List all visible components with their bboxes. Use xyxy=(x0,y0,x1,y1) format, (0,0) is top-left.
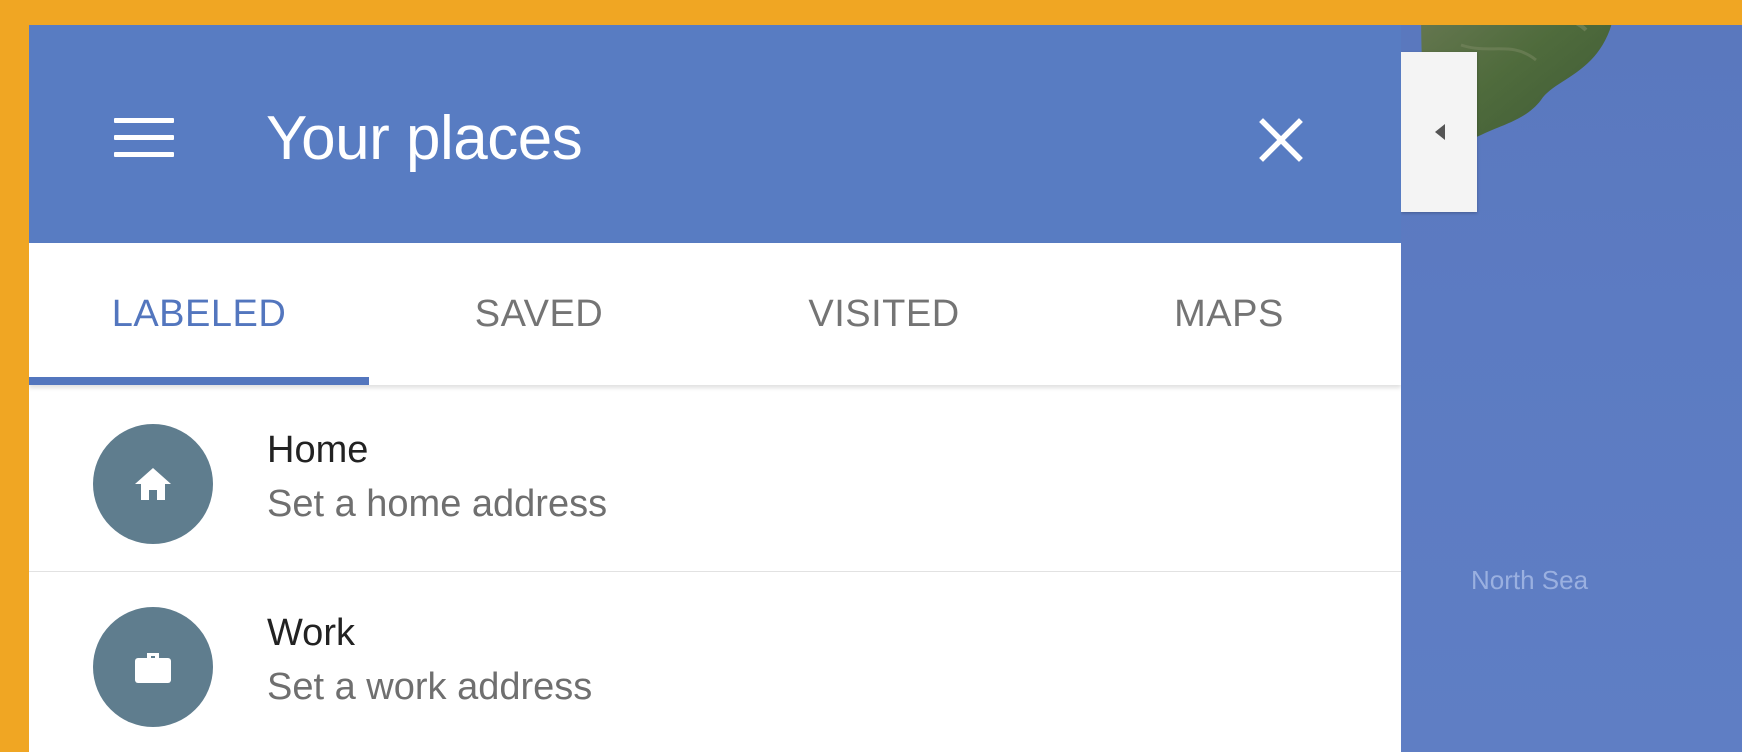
menu-icon[interactable] xyxy=(114,118,174,162)
home-avatar xyxy=(93,424,213,544)
briefcase-icon xyxy=(135,653,171,683)
collapse-panel-button[interactable] xyxy=(1401,52,1477,212)
tab-visited[interactable]: VISITED xyxy=(709,243,1059,385)
tab-labeled[interactable]: LABELED xyxy=(29,243,369,385)
map-label-sea: North Sea xyxy=(1471,565,1589,595)
close-icon[interactable] xyxy=(1254,113,1308,167)
tab-bar: LABELED SAVED VISITED MAPS xyxy=(29,243,1401,385)
item-subtitle: Set a work address xyxy=(267,666,593,708)
tab-maps[interactable]: MAPS xyxy=(1059,243,1399,385)
panel-header: Your places xyxy=(29,25,1401,243)
home-icon xyxy=(135,468,171,500)
item-subtitle: Set a home address xyxy=(267,483,608,525)
your-places-panel: Your places LABELED SAVED VISITED MAPS H… xyxy=(29,25,1401,752)
list-item-work[interactable]: Work Set a work address xyxy=(29,572,1401,752)
active-tab-indicator xyxy=(29,377,369,385)
page-title: Your places xyxy=(266,104,583,173)
item-name: Work xyxy=(267,612,355,654)
caret-left-icon xyxy=(1435,124,1445,140)
app-frame: North Sea Your places LABELED SAVED VISI… xyxy=(29,25,1742,752)
list-item-home[interactable]: Home Set a home address xyxy=(29,387,1401,572)
tab-saved[interactable]: SAVED xyxy=(369,243,709,385)
work-avatar xyxy=(93,607,213,727)
item-name: Home xyxy=(267,429,369,471)
